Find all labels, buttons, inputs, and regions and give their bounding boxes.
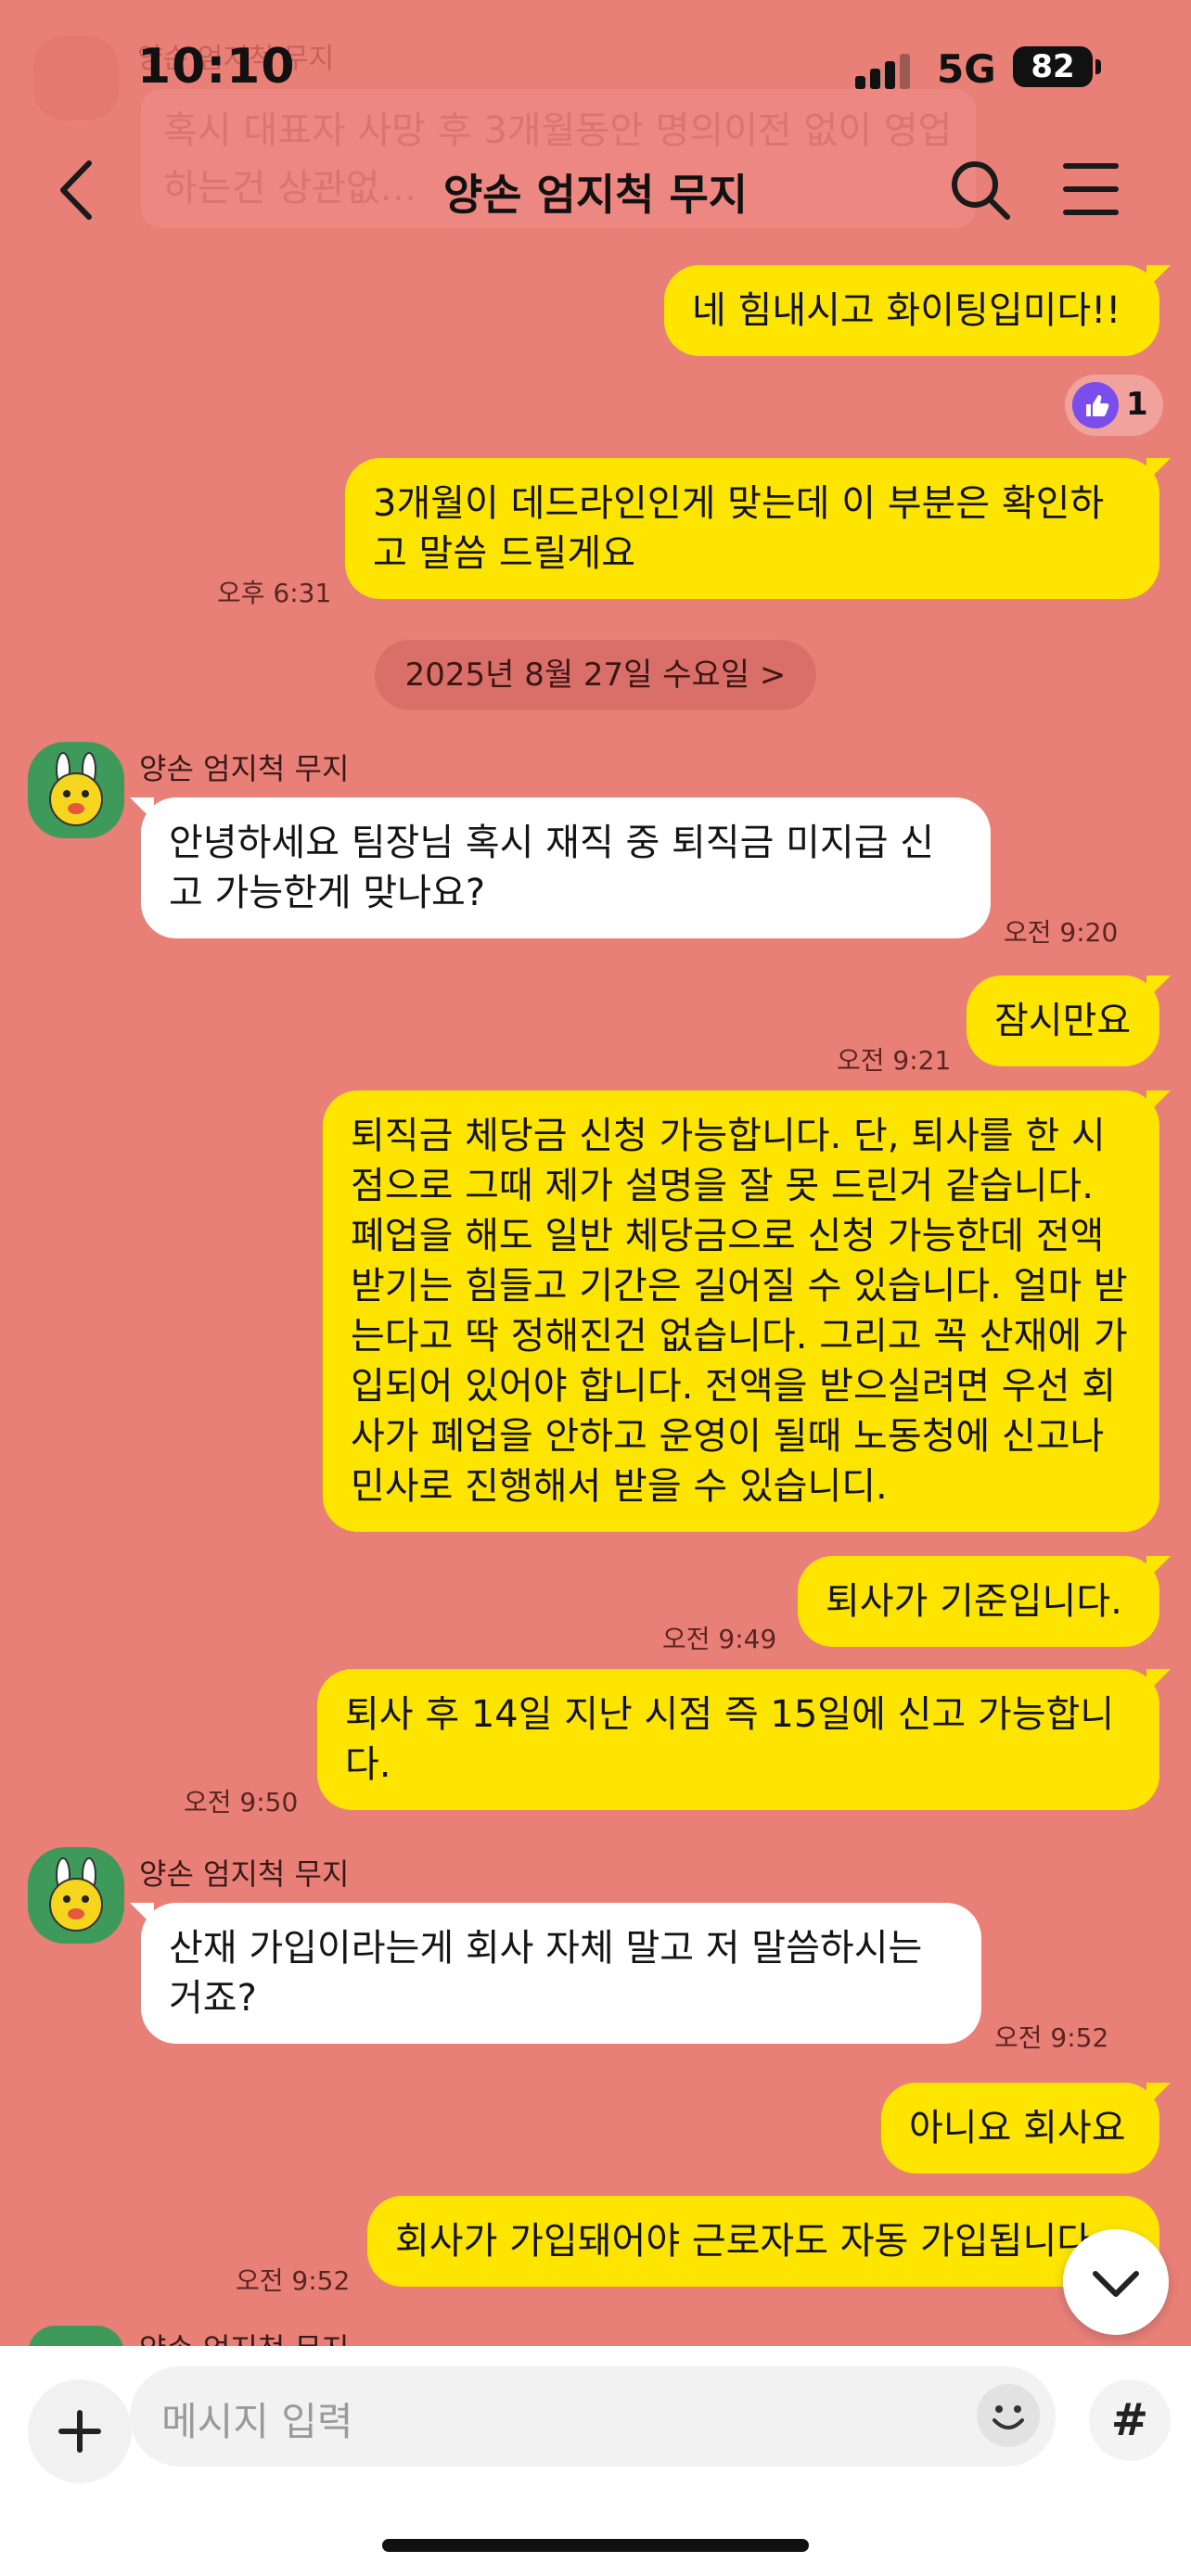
emoji-icon[interactable] — [974, 2381, 1043, 2450]
message-bubble-received[interactable]: 안녕하세요 팀장님 혹시 재직 중 퇴직금 미지급 신고 가능한게 맞나요? — [130, 797, 991, 938]
message-time: 오후 6:31 — [217, 578, 332, 608]
message-time: 오전 9:52 — [236, 2265, 351, 2296]
message-time: 오전 9:20 — [1004, 917, 1119, 948]
signal-icon — [855, 54, 911, 89]
muzi-character-icon — [49, 752, 103, 826]
chevron-down-icon — [1093, 2271, 1139, 2297]
battery-cap — [1095, 59, 1101, 74]
thumbs-up-icon — [1072, 382, 1119, 428]
message-time: 오전 9:21 — [837, 1045, 952, 1076]
scroll-to-bottom-button[interactable] — [1063, 2229, 1169, 2335]
hash-icon[interactable]: # — [1089, 2379, 1171, 2461]
hamburger-menu-icon[interactable] — [1063, 163, 1119, 215]
message-time: 오전 9:49 — [662, 1624, 777, 1654]
muzi-character-icon — [49, 1857, 103, 1932]
date-divider[interactable]: 2025년 8월 27일 수요일 > — [375, 640, 816, 710]
message-input-placeholder: 메시지 입력 — [161, 2399, 353, 2444]
avatar[interactable] — [28, 1847, 124, 1944]
pinned-notice-avatar — [33, 35, 119, 121]
reaction-count: 1 — [1126, 386, 1148, 423]
status-time: 10:10 — [137, 39, 296, 95]
message-bubble-received[interactable]: 산재 가입이라는게 회사 자체 말고 저 말씀하시는 거죠? — [130, 1903, 981, 2044]
message-bubble-sent[interactable]: 잠시만요 — [967, 976, 1171, 1066]
sender-name: 양손 엄지척 무지 — [139, 2326, 349, 2346]
message-time: 오전 9:52 — [994, 2022, 1109, 2053]
message-bubble-sent[interactable]: 아니요 회사요 — [881, 2083, 1171, 2174]
message-bubble-sent[interactable]: 회사가 가입돼어야 근로자도 자동 가입됩니다 — [367, 2196, 1159, 2287]
message-bubble-sent[interactable]: 퇴직금 체당금 신청 가능합니다. 단, 퇴사를 한 시점으로 그때 제가 설명… — [323, 1090, 1171, 1532]
network-type: 5G — [937, 46, 996, 92]
battery-icon: 82 — [1013, 46, 1093, 87]
message-bubble-sent[interactable]: 퇴사가 기준입니다. — [798, 1556, 1171, 1647]
reaction-badge[interactable]: 1 — [1065, 375, 1163, 436]
home-indicator — [382, 2539, 809, 2552]
plus-icon[interactable] — [28, 2379, 132, 2483]
message-time: 오전 9:50 — [184, 1787, 299, 1817]
sender-name: 양손 엄지척 무지 — [139, 751, 350, 786]
message-bubble-sent[interactable]: 퇴사 후 14일 지난 시점 즉 15일에 신고 가능합니다. — [317, 1669, 1171, 1810]
avatar[interactable] — [28, 742, 124, 838]
sender-name: 양손 엄지척 무지 — [139, 1856, 350, 1892]
search-icon[interactable] — [948, 158, 1013, 223]
message-bubble-sent[interactable]: 3개월이 데드라인인게 맞는데 이 부분은 확인하고 말씀 드릴게요 — [345, 458, 1171, 599]
message-bubble-sent[interactable]: 네 힘내시고 화이팅입미다!! — [664, 265, 1171, 356]
